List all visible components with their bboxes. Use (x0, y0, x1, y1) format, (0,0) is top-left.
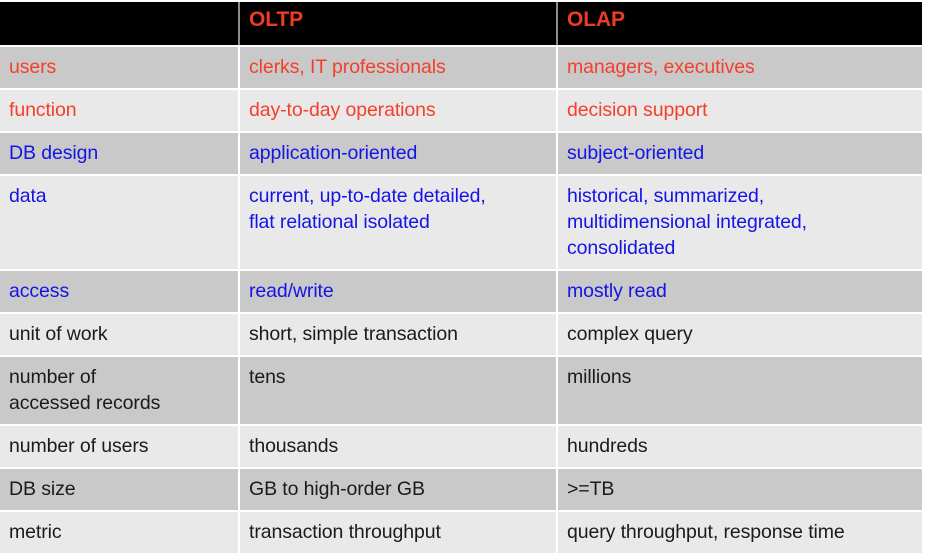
olap-value-cell: query throughput, response time (557, 511, 922, 555)
table-row: data current, up-to-date detailed, flat r… (0, 175, 922, 271)
oltp-value-cell: GB to high-order GB (239, 468, 558, 512)
table-row: users clerks, IT professionals managers, e… (0, 46, 922, 90)
oltp-value-cell: thousands (239, 425, 558, 469)
table-header: OLTP OLAP (0, 2, 922, 47)
table-row: DB design application-oriented subject-ori… (0, 132, 922, 176)
olap-value-cell: hundreds (557, 425, 922, 469)
olap-value-cell: subject-oriented (557, 132, 922, 176)
oltp-olap-comparison-table: OLTP OLAP users clerks, IT professionals m… (0, 2, 922, 555)
table-row: unit of work short, simple transaction com… (0, 313, 922, 357)
header-cell-blank (0, 2, 240, 47)
table-row: function day-to-day operations decision su… (0, 89, 922, 133)
row-label-cell: access (0, 270, 240, 314)
oltp-value-cell: current, up-to-date detailed, flat relat… (239, 175, 558, 271)
oltp-value-cell: read/write (239, 270, 558, 314)
oltp-value-cell: short, simple transaction (239, 313, 558, 357)
row-label-cell: DB design (0, 132, 240, 176)
olap-value-cell: complex query (557, 313, 922, 357)
row-label-cell: DB size (0, 468, 240, 512)
row-label-cell: function (0, 89, 240, 133)
row-label-cell: unit of work (0, 313, 240, 357)
table-row: number of users thousands hundreds (0, 425, 922, 469)
header-cell-oltp: OLTP (239, 2, 558, 47)
oltp-value-cell: day-to-day operations (239, 89, 558, 133)
row-label-cell: number of accessed records (0, 356, 240, 426)
header-cell-olap: OLAP (557, 2, 922, 47)
oltp-value-cell: tens (239, 356, 558, 426)
table-row: DB size GB to high-order GB >=TB (0, 468, 922, 512)
table-body: users clerks, IT professionals managers, e… (0, 46, 922, 555)
olap-value-cell: millions (557, 356, 922, 426)
row-label-cell: data (0, 175, 240, 271)
row-label-cell: metric (0, 511, 240, 555)
olap-value-cell: decision support (557, 89, 922, 133)
comparison-table-container: OLTP OLAP users clerks, IT professionals m… (0, 2, 922, 555)
oltp-value-cell: transaction throughput (239, 511, 558, 555)
oltp-value-cell: clerks, IT professionals (239, 46, 558, 90)
table-row: access read/write mostly read (0, 270, 922, 314)
olap-value-cell: >=TB (557, 468, 922, 512)
table-row: metric transaction throughput query throug… (0, 511, 922, 555)
olap-value-cell: historical, summarized, multidimensional… (557, 175, 922, 271)
table-header-row: OLTP OLAP (0, 2, 922, 47)
oltp-value-cell: application-oriented (239, 132, 558, 176)
olap-value-cell: managers, executives (557, 46, 922, 90)
olap-value-cell: mostly read (557, 270, 922, 314)
row-label-cell: number of users (0, 425, 240, 469)
row-label-cell: users (0, 46, 240, 90)
table-row: number of accessed records tens millions (0, 356, 922, 426)
